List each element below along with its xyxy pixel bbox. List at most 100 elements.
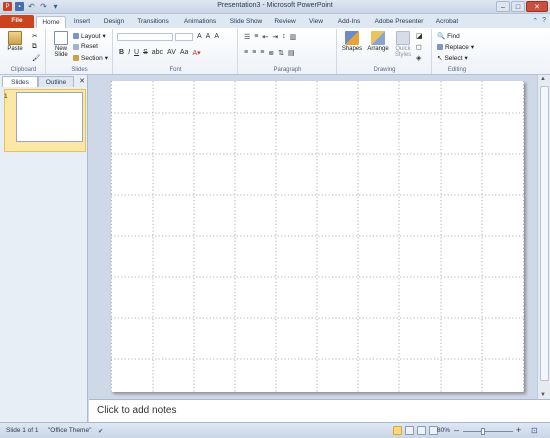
shape-fill-icon[interactable]: ◪: [416, 32, 423, 40]
text-direction-icon[interactable]: ⇅: [278, 49, 284, 57]
arrange-button[interactable]: Arrange: [366, 31, 390, 52]
tab-slide-show[interactable]: Slide Show: [227, 16, 265, 28]
minimize-button[interactable]: –: [496, 1, 510, 12]
scroll-thumb[interactable]: [540, 86, 549, 381]
bullets-icon[interactable]: ☰: [244, 33, 250, 41]
status-bar: Slide 1 of 1 "Office Theme" ✔ 80% – + ⊡: [0, 422, 550, 438]
grow-font-button[interactable]: A: [197, 33, 202, 40]
shadow-button[interactable]: abc: [152, 49, 163, 57]
fit-to-window-icon[interactable]: ⊡: [531, 426, 538, 435]
editing-label: Editing: [447, 67, 467, 73]
paragraph-group: ☰ ≡ ⇤ ⇥ ↕ ▥ ≡ ≡ ≡ ≣ ⇅ ▤ Paragraph: [239, 29, 337, 74]
shapes-button[interactable]: Shapes: [341, 31, 363, 52]
change-case-button[interactable]: Aa: [180, 49, 189, 57]
vertical-scrollbar[interactable]: ▲ ▼: [537, 75, 550, 399]
close-pane-icon[interactable]: ✕: [79, 77, 85, 85]
normal-view-icon[interactable]: [393, 426, 402, 435]
zoom-level[interactable]: 80%: [437, 427, 450, 434]
theme-name: "Office Theme": [48, 427, 92, 434]
replace-button[interactable]: Replace ▾: [437, 43, 474, 51]
find-button[interactable]: 🔍 Find: [437, 32, 460, 41]
italic-button[interactable]: I: [128, 49, 130, 57]
scroll-down-icon[interactable]: ▼: [540, 392, 546, 398]
slide-info: Slide 1 of 1: [6, 427, 39, 434]
shrink-font-button[interactable]: A: [206, 33, 211, 40]
copy-icon[interactable]: ⧉: [32, 43, 37, 51]
quick-styles-button[interactable]: Quick Styles: [392, 31, 414, 58]
tab-file[interactable]: File: [0, 15, 34, 28]
tab-outline[interactable]: Outline: [38, 76, 74, 87]
align-left-icon[interactable]: ≡: [244, 49, 248, 57]
new-slide-button[interactable]: New Slide: [50, 31, 72, 58]
numbering-icon[interactable]: ≡: [254, 33, 258, 41]
reset-icon: [73, 43, 79, 50]
align-center-icon[interactable]: ≡: [252, 49, 256, 57]
font-size-dropdown[interactable]: [175, 33, 193, 41]
quick-styles-icon: [396, 31, 410, 45]
zoom-slider[interactable]: [463, 431, 513, 432]
bold-button[interactable]: B: [119, 49, 124, 57]
tab-acrobat[interactable]: Acrobat: [432, 16, 462, 28]
paragraph-label: Paragraph: [273, 67, 302, 73]
ribbon-tabs: File Home Insert Design Transitions Anim…: [0, 14, 550, 28]
zoom-out-button[interactable]: –: [454, 425, 459, 435]
tab-slides[interactable]: Slides: [2, 76, 38, 87]
replace-icon: [437, 44, 443, 50]
zoom-in-button[interactable]: +: [516, 425, 521, 435]
close-button[interactable]: ✕: [526, 1, 548, 12]
slide-number: 1: [4, 93, 8, 100]
new-slide-icon: [54, 31, 68, 45]
line-spacing-icon[interactable]: ↕: [282, 33, 286, 41]
minimize-ribbon-icon[interactable]: ⌃: [532, 17, 538, 25]
layout-button[interactable]: Layout ▾: [73, 32, 106, 40]
tab-view[interactable]: View: [306, 16, 326, 28]
align-right-icon[interactable]: ≡: [260, 49, 264, 57]
section-icon: [73, 55, 79, 61]
zoom-slider-knob[interactable]: [481, 428, 485, 435]
select-button[interactable]: ↖ Select ▾: [437, 54, 468, 63]
notes-placeholder[interactable]: Click to add notes: [97, 405, 177, 416]
smartart-icon[interactable]: ▤: [288, 49, 295, 57]
tab-add-ins[interactable]: Add-Ins: [334, 16, 364, 28]
slide-thumbnail[interactable]: [16, 92, 83, 142]
slides-group: New Slide Layout ▾ Reset Section ▾ Slide…: [47, 29, 113, 74]
reading-view-icon[interactable]: [417, 426, 426, 435]
maximize-button[interactable]: □: [511, 1, 525, 12]
tab-transitions[interactable]: Transitions: [134, 16, 172, 28]
shape-outline-icon[interactable]: ◻: [416, 43, 423, 51]
underline-button[interactable]: U: [134, 49, 139, 57]
notes-pane[interactable]: Click to add notes: [89, 399, 550, 422]
tab-insert[interactable]: Insert: [70, 16, 94, 28]
section-button[interactable]: Section ▾: [73, 54, 108, 62]
decrease-indent-icon[interactable]: ⇤: [262, 33, 268, 41]
gridlines: [111, 81, 524, 392]
shape-effects-icon[interactable]: ◈: [416, 54, 423, 62]
drawing-label: Drawing: [373, 67, 396, 73]
slide-sorter-icon[interactable]: [405, 426, 414, 435]
font-name-dropdown[interactable]: [117, 33, 173, 41]
tab-home[interactable]: Home: [36, 16, 66, 28]
font-color-button[interactable]: A▾: [192, 49, 200, 57]
columns-icon[interactable]: ▥: [290, 33, 297, 41]
tab-design[interactable]: Design: [100, 16, 128, 28]
paste-button[interactable]: Paste: [5, 31, 25, 52]
tab-animations[interactable]: Animations: [180, 16, 220, 28]
strikethrough-button[interactable]: S: [143, 49, 148, 57]
arrange-icon: [371, 31, 385, 45]
character-spacing-button[interactable]: AV: [167, 49, 176, 57]
spell-check-icon[interactable]: ✔: [98, 427, 103, 435]
help-icon[interactable]: ?: [542, 17, 546, 25]
tab-review[interactable]: Review: [272, 16, 298, 28]
increase-indent-icon[interactable]: ⇥: [272, 33, 278, 41]
clear-formatting-button[interactable]: A: [214, 33, 219, 40]
scroll-up-icon[interactable]: ▲: [540, 76, 546, 82]
format-painter-icon[interactable]: 🖌: [32, 54, 40, 62]
cut-icon[interactable]: ✂: [32, 32, 37, 40]
slide-canvas[interactable]: [111, 81, 524, 392]
tab-adobe-presenter[interactable]: Adobe Presenter: [370, 16, 428, 28]
justify-icon[interactable]: ≣: [268, 49, 274, 57]
reset-button[interactable]: Reset: [73, 43, 98, 50]
select-icon: ↖: [437, 55, 443, 62]
drawing-group: Shapes Arrange Quick Styles ◪ ◻ ◈ Drawin…: [338, 29, 432, 74]
font-label: Font: [169, 67, 182, 73]
